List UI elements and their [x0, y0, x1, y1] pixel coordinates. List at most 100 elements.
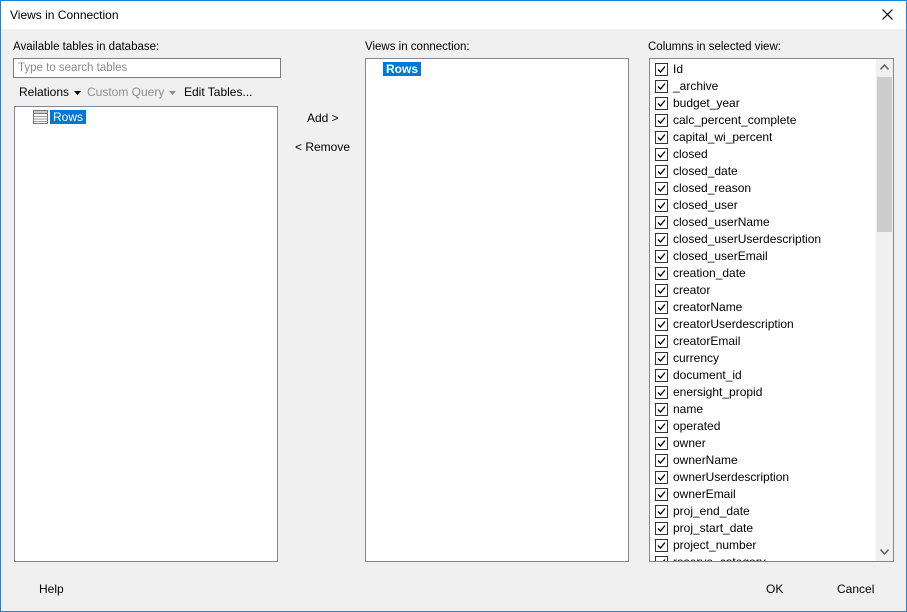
- checkbox[interactable]: [655, 369, 668, 382]
- column-name: enersight_propid: [673, 385, 763, 399]
- column-checkbox-row[interactable]: closed_reason: [650, 180, 876, 197]
- checkbox[interactable]: [655, 505, 668, 518]
- column-checkbox-row[interactable]: ownerName: [650, 452, 876, 469]
- checkbox[interactable]: [655, 114, 668, 127]
- table-row[interactable]: Rows: [33, 109, 153, 125]
- column-checkbox-row[interactable]: capital_wi_percent: [650, 129, 876, 146]
- checkbox[interactable]: [655, 165, 668, 178]
- column-name: creator: [673, 283, 711, 297]
- checkbox[interactable]: [655, 80, 668, 93]
- remove-button[interactable]: < Remove: [295, 140, 350, 154]
- column-checkbox-row[interactable]: closed_userUserdescription: [650, 231, 876, 248]
- scroll-up-button[interactable]: [876, 59, 893, 76]
- column-checkbox-row[interactable]: Id: [650, 61, 876, 78]
- custom-query-dropdown[interactable]: Custom Query: [87, 85, 177, 99]
- available-tables-list[interactable]: Rows: [14, 106, 278, 562]
- close-button[interactable]: [869, 1, 906, 29]
- help-button[interactable]: Help: [39, 582, 64, 596]
- column-checkbox-row[interactable]: currency: [650, 350, 876, 367]
- checkbox[interactable]: [655, 216, 668, 229]
- column-checkbox-row[interactable]: budget_year: [650, 95, 876, 112]
- column-checkbox-row[interactable]: name: [650, 401, 876, 418]
- checkbox[interactable]: [655, 250, 668, 263]
- cancel-button[interactable]: Cancel: [837, 582, 874, 596]
- relations-label: Relations: [19, 85, 70, 99]
- checkbox[interactable]: [655, 233, 668, 246]
- columns-list[interactable]: Id _archive budget_year calc_percent_comple…: [649, 58, 894, 562]
- column-name: closed_userUserdescription: [673, 232, 822, 246]
- column-name: closed_userEmail: [673, 249, 768, 263]
- edit-tables-button[interactable]: Edit Tables...: [184, 85, 252, 99]
- checkmark-icon: [657, 508, 666, 515]
- columns-scrollbar[interactable]: [876, 59, 893, 561]
- column-checkbox-row[interactable]: closed_date: [650, 163, 876, 180]
- checkbox[interactable]: [655, 335, 668, 348]
- checkbox[interactable]: [655, 403, 668, 416]
- column-checkbox-row[interactable]: reserve_category: [650, 554, 876, 562]
- column-name: reserve_category: [673, 555, 766, 562]
- column-checkbox-row[interactable]: closed_user: [650, 197, 876, 214]
- column-checkbox-row[interactable]: owner: [650, 435, 876, 452]
- chevron-up-icon: [880, 64, 889, 70]
- checkmark-icon: [657, 168, 666, 175]
- column-checkbox-row[interactable]: creation_date: [650, 265, 876, 282]
- checkbox[interactable]: [655, 199, 668, 212]
- column-checkbox-row[interactable]: creatorUserdescription: [650, 316, 876, 333]
- column-name: proj_end_date: [673, 504, 750, 518]
- column-checkbox-row[interactable]: creatorEmail: [650, 333, 876, 350]
- checkbox[interactable]: [655, 97, 668, 110]
- column-name: creatorUserdescription: [673, 317, 794, 331]
- checkbox[interactable]: [655, 267, 668, 280]
- add-button[interactable]: Add >: [307, 111, 339, 125]
- view-label-rows: Rows: [383, 62, 422, 76]
- checkbox[interactable]: [655, 352, 668, 365]
- checkbox[interactable]: [655, 437, 668, 450]
- scroll-down-button[interactable]: [876, 544, 893, 561]
- column-checkbox-row[interactable]: creatorName: [650, 299, 876, 316]
- column-name: creation_date: [673, 266, 746, 280]
- ok-button[interactable]: OK: [766, 582, 783, 596]
- column-checkbox-row[interactable]: enersight_propid: [650, 384, 876, 401]
- checkbox[interactable]: [655, 284, 668, 297]
- checkbox[interactable]: [655, 471, 668, 484]
- column-checkbox-row[interactable]: project_number: [650, 537, 876, 554]
- checkbox[interactable]: [655, 318, 668, 331]
- scroll-thumb[interactable]: [877, 77, 892, 232]
- column-checkbox-row[interactable]: _archive: [650, 78, 876, 95]
- checkbox[interactable]: [655, 63, 668, 76]
- column-checkbox-row[interactable]: calc_percent_complete: [650, 112, 876, 129]
- window-title: Views in Connection: [10, 8, 119, 22]
- list-item[interactable]: Rows: [383, 61, 483, 77]
- checkmark-icon: [657, 406, 666, 413]
- checkmark-icon: [657, 389, 666, 396]
- column-name: closed_date: [673, 164, 738, 178]
- column-name: closed: [673, 147, 708, 161]
- column-checkbox-row[interactable]: ownerUserdescription: [650, 469, 876, 486]
- relations-dropdown[interactable]: Relations: [19, 85, 82, 99]
- checkbox[interactable]: [655, 454, 668, 467]
- checkbox[interactable]: [655, 386, 668, 399]
- column-checkbox-row[interactable]: closed_userName: [650, 214, 876, 231]
- checkbox[interactable]: [655, 539, 668, 552]
- column-checkbox-row[interactable]: creator: [650, 282, 876, 299]
- checkbox[interactable]: [655, 488, 668, 501]
- checkbox[interactable]: [655, 301, 668, 314]
- column-checkbox-row[interactable]: proj_end_date: [650, 503, 876, 520]
- checkmark-icon: [657, 491, 666, 498]
- column-checkbox-row[interactable]: proj_start_date: [650, 520, 876, 537]
- checkbox[interactable]: [655, 182, 668, 195]
- column-checkbox-row[interactable]: closed: [650, 146, 876, 163]
- column-checkbox-row[interactable]: closed_userEmail: [650, 248, 876, 265]
- checkmark-icon: [657, 423, 666, 430]
- column-name: ownerUserdescription: [673, 470, 790, 484]
- checkbox[interactable]: [655, 556, 668, 561]
- checkbox[interactable]: [655, 148, 668, 161]
- checkbox[interactable]: [655, 420, 668, 433]
- column-checkbox-row[interactable]: ownerEmail: [650, 486, 876, 503]
- column-checkbox-row[interactable]: document_id: [650, 367, 876, 384]
- checkbox[interactable]: [655, 131, 668, 144]
- search-tables-input[interactable]: [13, 58, 281, 78]
- checkbox[interactable]: [655, 522, 668, 535]
- views-list[interactable]: Rows: [365, 58, 629, 562]
- column-checkbox-row[interactable]: operated: [650, 418, 876, 435]
